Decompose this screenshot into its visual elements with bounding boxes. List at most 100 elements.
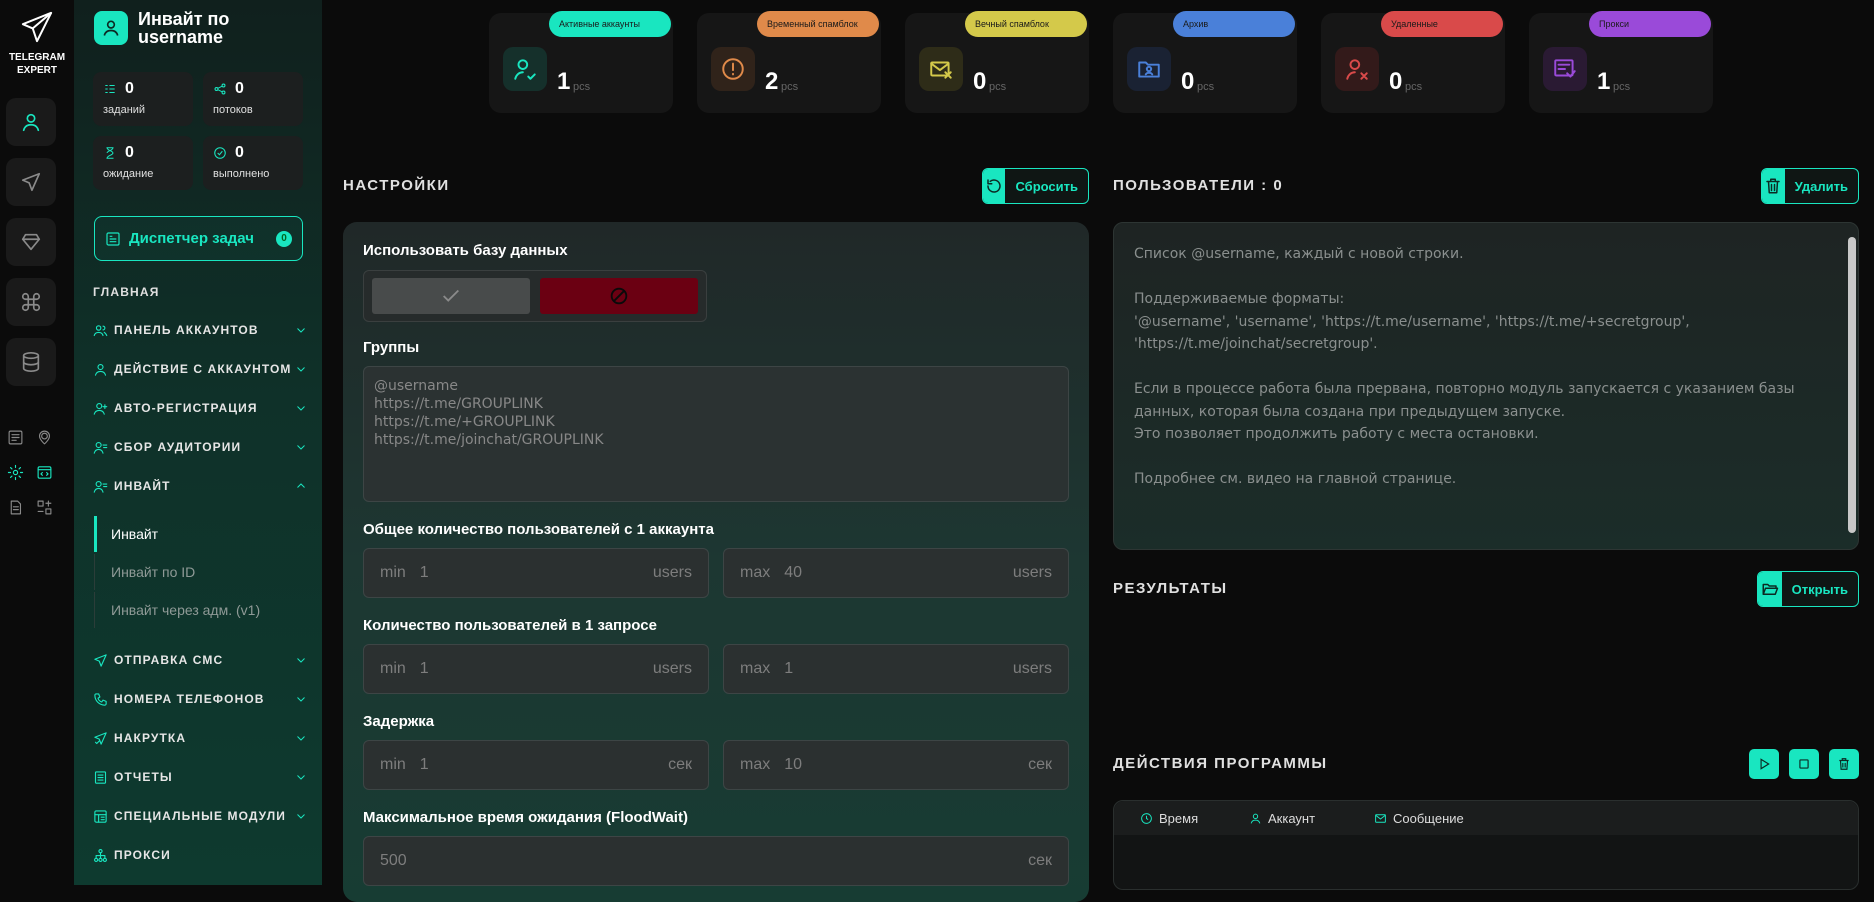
- input-value: 500: [380, 852, 407, 869]
- rail-database-button[interactable]: [6, 338, 56, 386]
- nav-audience-collection[interactable]: СБОР АУДИТОРИИ: [93, 437, 307, 457]
- card-icon-box: [919, 47, 963, 91]
- stop-button[interactable]: [1789, 749, 1819, 779]
- card-perm-spamblock[interactable]: Вечный спамблок 0 pcs: [905, 11, 1089, 113]
- play-button[interactable]: [1749, 749, 1779, 779]
- card-tag: Архив: [1173, 11, 1295, 37]
- rail-code-button[interactable]: [34, 462, 54, 482]
- open-results-button[interactable]: Открыть: [1757, 571, 1859, 607]
- subnav-invite-by-id[interactable]: Инвайт по ID: [94, 554, 304, 590]
- users-icon: [93, 324, 108, 336]
- nav-proxy[interactable]: ПРОКСИ: [93, 845, 307, 865]
- logo-line2: EXPERT: [16, 65, 57, 76]
- pin-icon: [38, 430, 50, 444]
- rail-commands-button[interactable]: [6, 278, 56, 326]
- col-time[interactable]: Время: [1140, 811, 1198, 826]
- user-check-icon: [514, 59, 536, 80]
- stat-waiting: 0 ожидание: [93, 136, 193, 190]
- sidebar-title: Инвайт по username: [138, 9, 230, 47]
- card-archive[interactable]: Архив 0 pcs: [1113, 11, 1297, 113]
- modules-icon: [94, 809, 107, 823]
- subnav-invite[interactable]: Инвайт: [94, 516, 304, 552]
- folder-open-icon: [1762, 583, 1779, 595]
- rail-report-button[interactable]: [5, 497, 25, 517]
- col-account[interactable]: Аккаунт: [1249, 811, 1315, 826]
- chevron-down-icon: [297, 445, 305, 450]
- rail-premium-button[interactable]: [6, 218, 56, 266]
- clear-log-button[interactable]: [1829, 749, 1859, 779]
- input-value: 10: [784, 756, 803, 773]
- nav-auto-registration[interactable]: АВТО-РЕГИСТРАЦИЯ: [93, 398, 307, 418]
- floodwait-input[interactable]: 500 сек: [363, 836, 1069, 886]
- total-users-min-input[interactable]: min 1 users: [363, 548, 709, 598]
- nav-section-title: ГЛАВНАЯ: [93, 285, 160, 299]
- card-value: 0: [1389, 68, 1403, 95]
- total-users-max-input[interactable]: max 40 users: [723, 548, 1069, 598]
- rail-accounts-button[interactable]: [6, 98, 56, 146]
- users-placeholder: Список @username, каждый с новой строки.…: [1134, 243, 1834, 491]
- card-value: 1: [1597, 68, 1611, 95]
- chevron-down-icon: [297, 736, 305, 741]
- delete-users-button[interactable]: Удалить: [1761, 168, 1859, 204]
- reset-label: Сбросить: [1015, 178, 1078, 194]
- card-icon-box: [503, 47, 547, 91]
- use-db-yes-button[interactable]: [372, 278, 530, 314]
- use-db-no-button[interactable]: [540, 278, 698, 314]
- settings-title: НАСТРОЙКИ: [343, 177, 450, 194]
- rail-tasks-button[interactable]: [5, 427, 25, 447]
- per-request-min-input[interactable]: min 1 users: [363, 644, 709, 694]
- alert-circle-icon: [722, 58, 744, 80]
- placeholder-line: Если в процессе работа была прервана, по…: [1134, 381, 1795, 420]
- subnav-invite-via-admin[interactable]: Инвайт через адм. (v1): [94, 592, 304, 628]
- phone-icon: [94, 692, 107, 706]
- input-value: 1: [419, 564, 429, 581]
- card-active-accounts[interactable]: Активные аккаунты 1 pcs: [489, 11, 673, 113]
- sidebar: Инвайт по username 0 заданий 0 потоков 0…: [74, 0, 322, 885]
- nav-reports[interactable]: ОТЧЕТЫ: [93, 767, 307, 787]
- sidebar-header: Инвайт по username: [94, 10, 268, 46]
- card-temp-spamblock[interactable]: Временный спамблок 2 pcs: [697, 11, 881, 113]
- nav-account-actions[interactable]: ДЕЙСТВИЕ С АККАУНТОМ: [93, 359, 307, 379]
- rail-location-button[interactable]: [34, 427, 54, 447]
- user-list-icon: [93, 441, 108, 454]
- delay-max-input[interactable]: max 10 сек: [723, 740, 1069, 790]
- report-icon: [94, 770, 107, 784]
- rail-send-button[interactable]: [6, 158, 56, 206]
- card-tag: Временный спамблок: [757, 11, 879, 37]
- stat-value: 0: [125, 144, 134, 161]
- task-dispatcher-button[interactable]: Диспетчер задач 0: [94, 216, 303, 261]
- nav-accounts-panel[interactable]: ПАНЕЛЬ АККАУНТОВ: [93, 320, 307, 340]
- card-tag: Вечный спамблок: [965, 11, 1087, 37]
- trash-icon: [1766, 178, 1781, 194]
- nav-phone-numbers[interactable]: НОМЕРА ТЕЛЕФОНОВ: [93, 689, 307, 709]
- card-proxy[interactable]: Прокси 1 pcs: [1529, 11, 1713, 113]
- input-prefix: max: [740, 564, 771, 581]
- input-value: 40: [784, 564, 803, 581]
- rail-settings-button[interactable]: [5, 462, 25, 482]
- users-scrollbar[interactable]: [1848, 237, 1856, 533]
- per-request-max-input[interactable]: max 1 users: [723, 644, 1069, 694]
- input-value: 1: [419, 660, 429, 677]
- card-icon-box: [1543, 47, 1587, 91]
- stat-done: 0 выполнено: [203, 136, 303, 190]
- nav-label: НОМЕРА ТЕЛЕФОНОВ: [114, 692, 265, 706]
- col-message[interactable]: Сообщение: [1374, 811, 1464, 826]
- groups-textarea[interactable]: @username https://t.me/GROUPLINK https:/…: [363, 366, 1069, 502]
- rail-modules-button[interactable]: [34, 497, 54, 517]
- nav-boost[interactable]: НАКРУТКА: [93, 728, 307, 748]
- nav-invite[interactable]: ИНВАЙТ: [93, 476, 307, 496]
- delay-min-input[interactable]: min 1 сек: [363, 740, 709, 790]
- placeholder-line: [1134, 356, 1834, 379]
- card-deleted[interactable]: Удаленные 0 pcs: [1321, 11, 1505, 113]
- paper-plane-logo-icon: [21, 11, 53, 43]
- nav-send-sms[interactable]: ОТПРАВКА СМС: [93, 650, 307, 670]
- users-textarea[interactable]: Список @username, каждый с новой строки.…: [1113, 222, 1859, 550]
- user-x-icon: [1346, 59, 1368, 80]
- per-request-label: Количество пользователей в 1 запросе: [363, 617, 657, 634]
- logo-line1: TELEGRAM: [8, 52, 66, 63]
- chevron-down-icon: [297, 697, 305, 702]
- log-header: Время Аккаунт Сообщение: [1114, 801, 1858, 835]
- reset-button[interactable]: Сбросить: [982, 168, 1089, 204]
- card-tag: Активные аккаунты: [549, 11, 671, 37]
- nav-special-modules[interactable]: СПЕЦИАЛЬНЫЕ МОДУЛИ: [93, 806, 307, 826]
